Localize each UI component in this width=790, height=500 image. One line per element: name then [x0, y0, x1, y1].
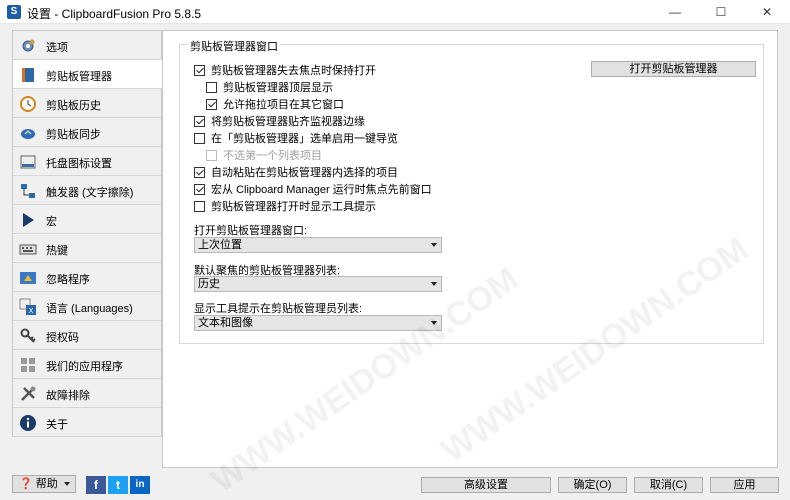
sidebar-item-about[interactable]: 关于	[13, 408, 161, 437]
checkbox-box[interactable]	[206, 81, 217, 93]
sidebar-item-clipboard-sync[interactable]: 剪贴板同步	[13, 118, 161, 147]
chevron-down-icon	[431, 282, 437, 286]
twitter-icon[interactable]: t	[108, 476, 128, 494]
help-dropdown-button[interactable]: ❓ 帮助	[12, 475, 76, 493]
sidebar-item-label: 忽略程序	[46, 274, 90, 286]
title-bar: S 设置 - ClipboardFusion Pro 5.8.5 — ☐ ✕	[0, 0, 790, 24]
sidebar-item-hotkeys[interactable]: 热键	[13, 234, 161, 263]
option-one-key-nav-checkbox[interactable]: 在「剪贴板管理器」选单启用一键导览	[194, 130, 398, 146]
chevron-down-icon	[431, 243, 437, 247]
sidebar-item-label: 授权码	[46, 332, 79, 344]
sidebar-item-label: 选项	[46, 42, 68, 54]
help-icon: ❓	[19, 478, 33, 490]
chevron-down-icon	[431, 321, 437, 325]
sidebar-item-tray-icon-settings[interactable]: 托盘图标设置	[13, 147, 161, 176]
clipboard-book-icon	[22, 68, 34, 82]
sidebar-item-label: 剪贴板同步	[46, 129, 101, 141]
app-logo-icon: S	[7, 5, 21, 19]
option-topmost-checkbox[interactable]: 剪贴板管理器顶层显示	[206, 79, 333, 95]
checkbox-box[interactable]	[194, 64, 205, 76]
checkbox-box[interactable]	[194, 183, 205, 195]
language-icon: X	[19, 298, 36, 315]
sidebar-item-label: 剪贴板管理器	[46, 71, 112, 83]
minimize-button[interactable]: —	[652, 0, 698, 24]
maximize-button[interactable]: ☐	[698, 0, 744, 24]
open-position-label: 打开剪贴板管理器窗口:	[194, 225, 308, 237]
checkbox-box[interactable]	[194, 132, 205, 144]
sidebar-item-options[interactable]: 选项	[13, 31, 161, 60]
sidebar-item-clipboard-manager[interactable]: 剪贴板管理器	[13, 60, 164, 89]
tray-icon	[20, 155, 36, 169]
linkedin-icon[interactable]: in	[130, 476, 150, 494]
tools-icon	[21, 386, 36, 401]
gear-icon	[22, 39, 35, 52]
checkbox-box[interactable]	[194, 115, 205, 127]
ok-button[interactable]: 确定(O)	[558, 477, 627, 493]
clipboard-manager-window-group: 剪贴板管理器窗口 打开剪贴板管理器 剪贴板管理器失去焦点时保持打开 剪贴板管理器…	[179, 38, 764, 344]
keyboard-icon	[19, 244, 37, 255]
cloud-sync-icon	[21, 129, 35, 139]
sidebar-item-label: 宏	[46, 216, 57, 228]
sidebar-item-label: 故障排除	[46, 390, 90, 402]
window-title: 设置 - ClipboardFusion Pro 5.8.5	[27, 7, 202, 21]
sidebar-item-license[interactable]: 授权码	[13, 321, 161, 350]
advanced-settings-button[interactable]: 高级设置	[421, 477, 551, 493]
apply-button[interactable]: 应用	[710, 477, 779, 493]
open-position-select[interactable]: 上次位置	[194, 237, 442, 253]
tooltip-content-label: 显示工具提示在剪贴板管理员列表:	[194, 303, 363, 315]
option-keep-open-checkbox[interactable]: 剪贴板管理器失去焦点时保持打开	[194, 62, 376, 78]
sidebar-item-troubleshooting[interactable]: 故障排除	[13, 379, 161, 408]
option-auto-paste-checkbox[interactable]: 自动粘贴在剪贴板管理器内选择的项目	[194, 164, 398, 180]
close-button[interactable]: ✕	[744, 0, 790, 24]
sidebar-item-label: 语言 (Languages)	[46, 303, 133, 315]
sidebar-item-ignore-programs[interactable]: 忽略程序	[13, 263, 161, 292]
option-macro-focus-checkbox[interactable]: 宏从 Clipboard Manager 运行时焦点先前窗口	[194, 181, 432, 197]
clock-icon	[20, 96, 36, 112]
sidebar-item-label: 托盘图标设置	[46, 158, 112, 170]
key-icon	[20, 328, 36, 343]
sidebar-item-triggers[interactable]: 触发器 (文字擦除)	[13, 176, 161, 205]
open-clipboard-manager-button[interactable]: 打开剪贴板管理器	[591, 61, 756, 77]
checkbox-box[interactable]	[194, 166, 205, 178]
cancel-button[interactable]: 取消(C)	[634, 477, 703, 493]
tooltip-content-select[interactable]: 文本和图像	[194, 315, 442, 331]
sidebar-item-label: 关于	[46, 419, 68, 431]
default-list-select[interactable]: 历史	[194, 276, 442, 292]
sidebar-item-label: 热键	[46, 245, 68, 257]
option-show-tooltips-checkbox[interactable]: 剪贴板管理器打开时显示工具提示	[194, 198, 376, 214]
sidebar-item-label: 剪贴板历史	[46, 100, 101, 112]
group-title: 剪贴板管理器窗口	[188, 38, 280, 54]
apps-grid-icon	[21, 358, 35, 372]
sidebar-item-our-apps[interactable]: 我们的应用程序	[13, 350, 161, 379]
checkbox-box[interactable]	[206, 98, 217, 110]
svg-text:X: X	[29, 307, 34, 315]
sidebar-item-label: 触发器 (文字擦除)	[46, 187, 134, 199]
sidebar-item-clipboard-history[interactable]: 剪贴板历史	[13, 89, 161, 118]
sidebar-item-label: 我们的应用程序	[46, 361, 123, 373]
settings-sidebar: 选项 剪贴板管理器 剪贴板历史 剪贴板同步 托盘图标设置 触发器 (文字擦除) …	[12, 30, 164, 437]
ignore-program-icon	[20, 272, 36, 284]
option-snap-edges-checkbox[interactable]: 将剪贴板管理器贴齐监视器边缘	[194, 113, 365, 129]
sidebar-item-macros[interactable]: 宏	[13, 205, 161, 234]
info-icon	[20, 415, 36, 431]
option-allow-drag-checkbox[interactable]: 允许拖拉项目在其它窗口	[206, 96, 344, 112]
facebook-icon[interactable]: f	[86, 476, 106, 494]
play-icon	[23, 213, 34, 227]
checkbox-box[interactable]	[194, 200, 205, 212]
option-no-select-first-checkbox: 不选第一个列表项目	[206, 147, 322, 163]
settings-content-panel: 剪贴板管理器窗口 打开剪贴板管理器 剪贴板管理器失去焦点时保持打开 剪贴板管理器…	[162, 30, 778, 500]
sidebar-item-languages[interactable]: X 语言 (Languages)	[13, 292, 161, 321]
checkbox-box	[206, 149, 217, 161]
chevron-down-icon	[64, 482, 70, 486]
trigger-icon	[21, 184, 35, 198]
